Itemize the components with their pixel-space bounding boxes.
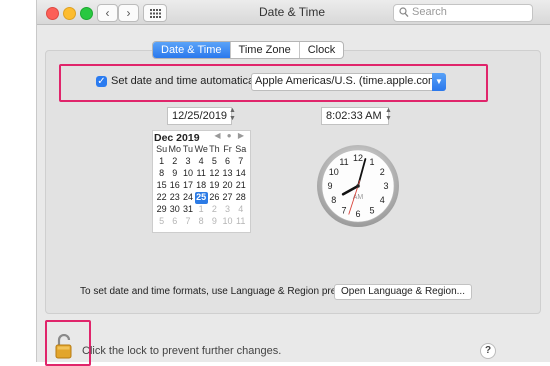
calendar-day[interactable]: 20	[221, 180, 234, 192]
calendar-day[interactable]: 16	[168, 180, 181, 192]
calendar-day[interactable]: 4	[195, 156, 208, 168]
clock-number: 9	[327, 181, 332, 191]
calendar-day[interactable]: 26	[208, 192, 221, 204]
calendar-day-name: Su	[156, 144, 168, 154]
calendar-day[interactable]: 27	[221, 192, 234, 204]
grid-icon	[149, 8, 161, 18]
lock-text: Click the lock to prevent further change…	[82, 345, 282, 357]
calendar-day[interactable]: 9	[168, 168, 181, 180]
clock-number: 1	[369, 157, 374, 167]
clock-number: 7	[341, 205, 346, 215]
clock-number: 2	[380, 167, 385, 177]
time-field[interactable]: 8:02:33 AM	[321, 107, 389, 125]
tab-clock[interactable]: Clock	[300, 42, 344, 58]
calendar-day-name: Tu	[182, 144, 194, 154]
calendar-grid: Su Mo Tu We Th Fr Sa 1 2 3 4 5 6 7 8 9 10 11 12 13 14 15 16 17 1…	[155, 144, 247, 228]
zoom-button[interactable]	[80, 7, 93, 20]
calendar-day[interactable]: 14	[234, 168, 247, 180]
tab-date-time[interactable]: Date & Time	[153, 42, 231, 58]
clock-number: 8	[331, 195, 336, 205]
clock-number: 10	[329, 167, 339, 177]
highlight-box-lock	[45, 320, 91, 366]
calendar-day[interactable]: 5	[208, 156, 221, 168]
search-field[interactable]: Search	[393, 4, 533, 22]
search-icon	[399, 7, 409, 18]
calendar-day[interactable]: 31	[181, 204, 194, 216]
calendar-day[interactable]: 21	[234, 180, 247, 192]
calendar-day[interactable]: 6	[168, 216, 181, 228]
calendar-day[interactable]: 3	[221, 204, 234, 216]
calendar-day[interactable]: 7	[181, 216, 194, 228]
calendar-day[interactable]: 29	[155, 204, 168, 216]
clock-number: 4	[380, 195, 385, 205]
calendar-nav[interactable]: ◀ ● ▶	[214, 131, 246, 140]
calendar-day[interactable]: 9	[208, 216, 221, 228]
calendar-month: Dec 2019	[154, 132, 200, 144]
calendar-day[interactable]: 30	[168, 204, 181, 216]
calendar-day[interactable]: 1	[155, 156, 168, 168]
calendar-day[interactable]: 6	[221, 156, 234, 168]
calendar-day[interactable]: 8	[195, 216, 208, 228]
tab-bar: Date & Time Time Zone Clock	[152, 41, 345, 59]
analog-clock: 12 1234567891011 AM	[317, 145, 399, 227]
calendar-day[interactable]: 10	[221, 216, 234, 228]
calendar-day[interactable]: 7	[234, 156, 247, 168]
search-placeholder: Search	[412, 6, 447, 18]
calendar-day[interactable]: 2	[168, 156, 181, 168]
calendar-day[interactable]: 17	[181, 180, 194, 192]
calendar-day[interactable]: 8	[155, 168, 168, 180]
clock-number: 6	[355, 209, 360, 219]
clock-center	[356, 184, 360, 188]
help-button[interactable]: ?	[480, 343, 496, 359]
clock-number: 3	[383, 181, 388, 191]
calendar-day[interactable]: 4	[234, 204, 247, 216]
calendar-day[interactable]: 12	[208, 168, 221, 180]
calendar-day-name: Mo	[168, 144, 182, 154]
calendar-day[interactable]: 15	[155, 180, 168, 192]
calendar-day[interactable]: 24	[181, 192, 194, 204]
date-stepper[interactable]: ▲ ▼	[229, 107, 236, 123]
calendar-day[interactable]: 5	[155, 216, 168, 228]
calendar-day[interactable]: 1	[195, 204, 208, 216]
calendar-day[interactable]: 10	[181, 168, 194, 180]
title-bar: ‹ › Date & Time Search	[37, 0, 550, 25]
clock-number: 5	[369, 205, 374, 215]
chevron-left-icon: ‹	[105, 6, 110, 20]
calendar-day[interactable]: 25	[194, 192, 208, 204]
tab-time-zone[interactable]: Time Zone	[231, 42, 300, 58]
calendar-day[interactable]: 19	[208, 180, 221, 192]
calendar-day[interactable]: 11	[195, 168, 208, 180]
show-all-button[interactable]	[143, 4, 167, 22]
clock-number: 11	[339, 157, 348, 167]
calendar-day[interactable]: 23	[168, 192, 181, 204]
close-button[interactable]	[46, 7, 59, 20]
calendar-day[interactable]: 28	[234, 192, 247, 204]
chevron-right-icon: ›	[126, 6, 131, 20]
forward-button[interactable]: ›	[118, 4, 139, 22]
back-button[interactable]: ‹	[97, 4, 118, 22]
highlight-box-auto	[59, 64, 488, 102]
calendar-day-name: We	[194, 144, 208, 154]
calendar-day-name: Sa	[235, 144, 247, 154]
open-language-region-button[interactable]: Open Language & Region...	[334, 284, 472, 300]
formats-info-text: To set date and time formats, use Langua…	[80, 286, 378, 297]
calendar-day-name: Th	[209, 144, 220, 154]
time-stepper[interactable]: ▲ ▼	[385, 107, 392, 123]
clock-number: 12	[353, 153, 363, 163]
calendar-day[interactable]: 18	[195, 180, 208, 192]
calendar-day[interactable]: 11	[234, 216, 247, 228]
calendar-day[interactable]: 22	[155, 192, 168, 204]
calendar-day[interactable]: 13	[221, 168, 234, 180]
calendar-day[interactable]: 3	[181, 156, 194, 168]
window-title: Date & Time	[258, 5, 326, 19]
date-field[interactable]: 12/25/2019	[167, 107, 232, 125]
calendar: Dec 2019 ◀ ● ▶ Su Mo Tu We Th Fr Sa 1 2 3 4 5 6 7 8 9 10…	[152, 130, 251, 233]
calendar-day[interactable]: 2	[208, 204, 221, 216]
minimize-button[interactable]	[63, 7, 76, 20]
calendar-day-name: Fr	[223, 144, 232, 154]
